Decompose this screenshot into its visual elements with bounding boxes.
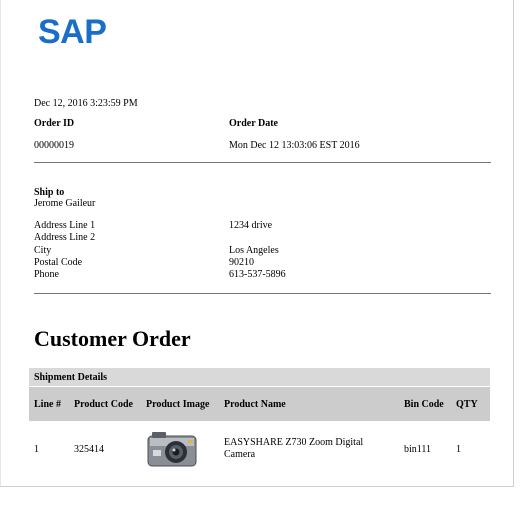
postal-code-value: 90210 — [229, 257, 254, 268]
product-name: EASYSHARE Z730 Zoom Digital Camera — [224, 437, 364, 460]
shipment-table: Shipment Details Line # Product Code Pro… — [29, 368, 490, 477]
address-line1-label: Address Line 1 — [34, 220, 96, 231]
column-header-line: Line # — [29, 386, 69, 421]
product-code: 325414 — [74, 443, 104, 455]
phone-value: 613-537-5896 — [229, 269, 286, 280]
column-header-product-image: Product Image — [141, 386, 219, 421]
quantity: 1 — [456, 443, 461, 455]
shipment-title: Shipment Details — [29, 368, 490, 387]
column-header-product-name: Product Name — [219, 386, 399, 421]
report-page: SAP Dec 12, 2016 3:23:59 PM Order ID Ord… — [0, 0, 514, 487]
section-title: Customer Order — [34, 326, 191, 351]
camera-image — [147, 432, 197, 467]
order-id-value: 00000019 — [34, 140, 74, 151]
bin-code: bin111 — [404, 443, 432, 455]
divider — [34, 293, 491, 294]
table-row: 1 325414 EASYSHARE Z730 Zoom Digital Cam… — [29, 421, 490, 477]
city-value: Los Angeles — [229, 245, 279, 256]
address-line1-value: 1234 drive — [229, 220, 273, 231]
report-timestamp: Dec 12, 2016 3:23:59 PM — [34, 98, 138, 109]
order-date-label: Order Date — [229, 118, 278, 129]
city-label: City — [34, 245, 52, 256]
column-header-qty: QTY — [451, 386, 490, 421]
line-number: 1 — [34, 443, 39, 455]
column-header-bin-code: Bin Code — [399, 386, 451, 421]
address-line2-label: Address Line 2 — [34, 232, 96, 243]
ship-to-name: Jerome Gaileur — [34, 198, 96, 209]
phone-label: Phone — [34, 269, 59, 280]
column-header-product-code: Product Code — [69, 386, 141, 421]
order-date-value: Mon Dec 12 13:03:06 EST 2016 — [229, 140, 360, 151]
product-image-cell — [141, 421, 219, 477]
sap-logo: SAP — [38, 13, 107, 51]
divider — [34, 162, 491, 163]
order-id-label: Order ID — [34, 118, 75, 129]
postal-code-label: Postal Code — [34, 257, 83, 268]
